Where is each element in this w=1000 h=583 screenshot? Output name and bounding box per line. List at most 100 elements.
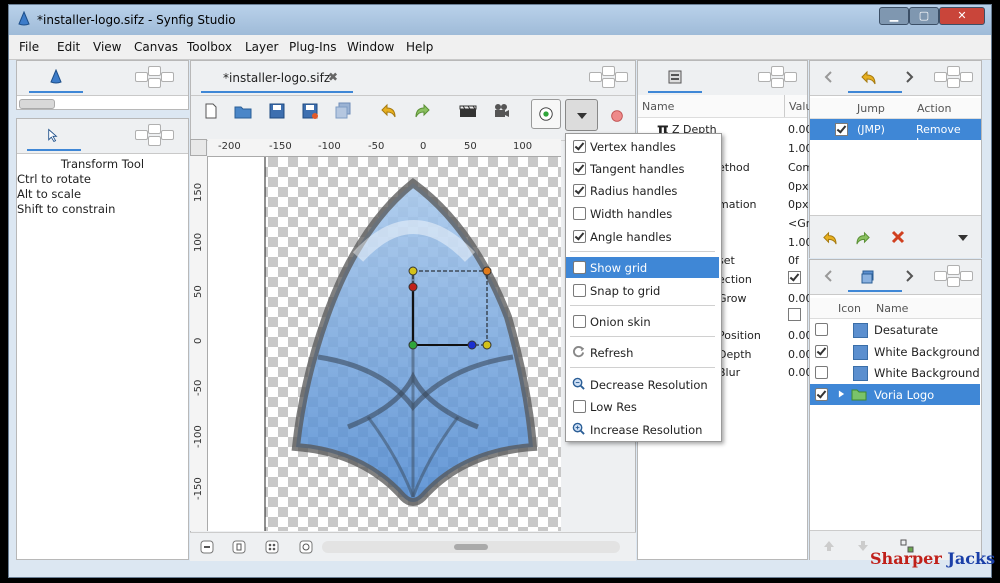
history-row[interactable]: (JMP) Remove Laye <box>810 119 981 149</box>
menu-canvas[interactable]: Canvas <box>134 40 178 54</box>
show-handles-toggle[interactable] <box>531 99 561 129</box>
close-button[interactable]: ✕ <box>939 7 985 25</box>
chevron-right-icon[interactable] <box>906 71 914 83</box>
menu-toolbox[interactable]: Toolbox <box>187 40 232 54</box>
checkbox[interactable] <box>573 162 586 175</box>
lower-layer-icon[interactable] <box>856 539 870 553</box>
open-folder-icon[interactable] <box>234 102 252 120</box>
menu-layer[interactable]: Layer <box>245 40 278 54</box>
checkbox[interactable] <box>573 230 586 243</box>
zoom-100-icon[interactable] <box>265 540 279 554</box>
panel-grip-icon[interactable] <box>758 66 797 88</box>
layer-row-selected[interactable]: Voria Logo <box>810 384 980 405</box>
checkbox[interactable] <box>573 140 586 153</box>
layers-header-name[interactable]: Name <box>876 302 908 315</box>
layer-visibility-checkbox[interactable] <box>815 388 828 401</box>
chevron-down-icon[interactable] <box>958 235 968 241</box>
history-header-action[interactable]: Action <box>917 102 951 115</box>
layer-visibility-checkbox[interactable] <box>815 345 828 358</box>
panel-grip-icon[interactable] <box>589 66 628 88</box>
checkbox[interactable] <box>573 261 586 274</box>
minimize-button[interactable]: ▁ <box>879 7 909 25</box>
param-name[interactable]: ection <box>718 273 752 286</box>
redo-icon[interactable] <box>413 102 431 120</box>
menu-item-show-grid[interactable]: Show grid <box>566 257 719 278</box>
horizontal-scrollbar[interactable] <box>322 541 620 553</box>
tab-canvas[interactable]: *installer-logo.sifz <box>223 71 330 85</box>
save-as-icon[interactable] <box>301 102 319 120</box>
save-all-icon[interactable] <box>334 102 352 120</box>
undo-icon[interactable] <box>822 230 837 245</box>
menu-item-low-res[interactable]: Low Res <box>566 396 719 417</box>
param-value[interactable]: 0f <box>788 254 799 267</box>
param-checkbox[interactable] <box>788 271 801 284</box>
menu-item-decrease-resolution[interactable]: Decrease Resolution <box>566 374 719 395</box>
history-jump[interactable]: (JMP) <box>857 123 885 136</box>
save-icon[interactable] <box>268 102 286 120</box>
menu-item-tangent-handles[interactable]: Tangent handles <box>566 158 719 179</box>
param-name[interactable]: Grow <box>718 292 747 305</box>
chevron-left-icon[interactable] <box>824 270 832 282</box>
panel-grip-icon[interactable] <box>934 265 973 287</box>
menu-item-radius-handles[interactable]: Radius handles <box>566 180 719 201</box>
menu-item-width-handles[interactable]: Width handles <box>566 203 719 224</box>
menu-window[interactable]: Window <box>347 40 394 54</box>
panel-grip-icon[interactable] <box>934 66 973 88</box>
render-icon[interactable] <box>459 102 477 120</box>
menu-view[interactable]: View <box>93 40 121 54</box>
param-name[interactable]: Depth <box>718 348 752 361</box>
panel-grip-icon[interactable] <box>135 66 174 88</box>
layer-name[interactable]: White Background <box>874 366 980 380</box>
layer-name[interactable]: Desaturate <box>874 323 938 337</box>
undo-icon[interactable] <box>380 102 398 120</box>
menu-item-vertex-handles[interactable]: Vertex handles <box>566 136 719 157</box>
checkbox[interactable] <box>573 400 586 413</box>
menu-item-angle-handles[interactable]: Angle handles <box>566 226 719 247</box>
checkbox[interactable] <box>573 315 586 328</box>
params-icon[interactable] <box>668 70 682 84</box>
history-checkbox[interactable] <box>835 123 848 136</box>
layer-visibility-checkbox[interactable] <box>815 366 828 379</box>
param-name[interactable]: mation <box>718 198 757 211</box>
maximize-button[interactable]: ▢ <box>909 7 939 25</box>
chevron-right-icon[interactable] <box>906 270 914 282</box>
raise-layer-icon[interactable] <box>822 539 836 553</box>
menu-item-increase-resolution[interactable]: Increase Resolution <box>566 419 719 440</box>
show-menu-dropdown-button[interactable] <box>565 99 598 131</box>
transform-tool-icon[interactable] <box>47 128 59 143</box>
param-checkbox[interactable] <box>788 308 801 321</box>
canvas-viewport[interactable] <box>208 157 561 531</box>
menu-item-snap-to-grid[interactable]: Snap to grid <box>566 280 719 301</box>
clear-history-icon[interactable] <box>890 229 906 245</box>
menu-item-onion-skin[interactable]: Onion skin <box>566 311 719 332</box>
expand-triangle-icon[interactable] <box>838 389 845 399</box>
params-header-name[interactable]: Name <box>642 100 674 113</box>
layer-row[interactable]: White Background <box>810 341 980 362</box>
synfig-toolbox-icon[interactable] <box>49 69 63 85</box>
layers-header-icon[interactable]: Icon <box>838 302 861 315</box>
new-file-icon[interactable] <box>202 102 220 120</box>
menu-file[interactable]: File <box>19 40 39 54</box>
chevron-left-icon[interactable] <box>824 71 832 83</box>
layer-row[interactable]: White Background <box>810 362 980 383</box>
param-value[interactable]: <Gr <box>788 217 810 230</box>
layer-row[interactable]: Desaturate <box>810 319 980 340</box>
menu-plugins[interactable]: Plug-Ins <box>289 40 337 54</box>
title-bar[interactable]: *installer-logo.sifz - Synfig Studio ▁ ▢… <box>9 5 991 35</box>
panel-grip-icon[interactable] <box>135 124 174 146</box>
menu-help[interactable]: Help <box>406 40 433 54</box>
zoom-fit-icon[interactable] <box>232 540 246 554</box>
layer-name[interactable]: White Background <box>874 345 980 359</box>
param-name[interactable]: Position <box>718 329 761 342</box>
history-icon[interactable] <box>860 69 876 85</box>
checkbox[interactable] <box>573 207 586 220</box>
close-tab-icon[interactable]: ✖ <box>328 70 338 84</box>
param-name[interactable]: ethod <box>718 161 750 174</box>
layers-icon[interactable] <box>860 268 876 284</box>
zoom-out-icon[interactable] <box>200 540 214 554</box>
checkbox[interactable] <box>573 284 586 297</box>
refresh-view-icon[interactable] <box>299 540 313 554</box>
menu-item-refresh[interactable]: Refresh <box>566 342 719 363</box>
layer-name[interactable]: Voria Logo <box>874 388 934 402</box>
preview-icon[interactable] <box>492 102 510 120</box>
